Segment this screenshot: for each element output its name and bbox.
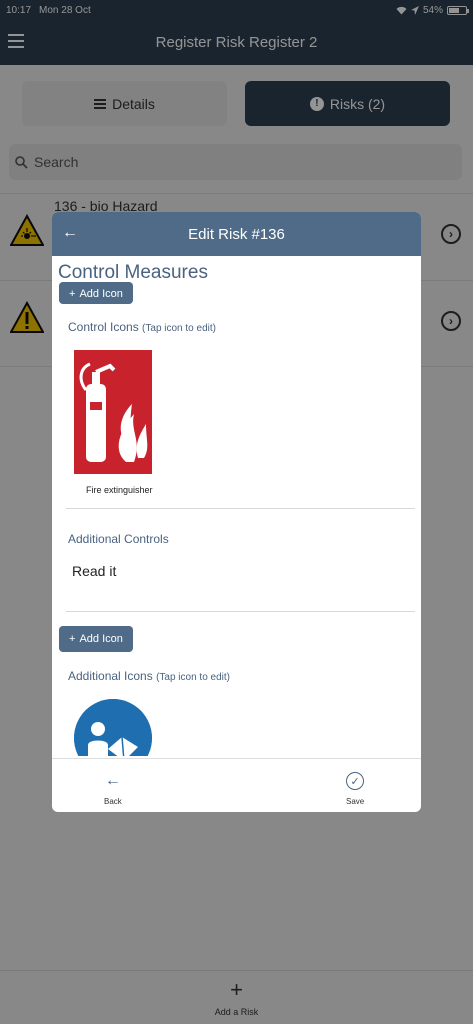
modal-title: Edit Risk #136 <box>188 225 285 243</box>
add-icon-button[interactable]: + Add Icon <box>59 626 133 652</box>
control-icons-label: Control Icons (Tap icon to edit) <box>68 320 216 334</box>
read-instructions-icon[interactable] <box>74 699 152 756</box>
additional-controls-input[interactable]: Read it <box>72 563 116 579</box>
modal-body[interactable]: + Add Icon Control Measures Control Icon… <box>52 256 421 756</box>
fire-extinguisher-icon[interactable] <box>74 350 152 474</box>
divider <box>66 611 415 612</box>
add-icon-label: Add Icon <box>79 633 123 645</box>
section-heading: Control Measures <box>58 262 208 283</box>
save-button[interactable]: ✓ Save <box>346 769 364 806</box>
edit-risk-modal: ← Edit Risk #136 + Add Icon Control Meas… <box>52 212 421 812</box>
check-circle-icon: ✓ <box>346 772 365 790</box>
back-button[interactable]: ← Back <box>104 769 122 806</box>
additional-icons-hint: (Tap icon to edit) <box>156 672 231 683</box>
modal-header: ← Edit Risk #136 <box>52 212 421 256</box>
divider <box>66 508 415 509</box>
back-button-label: Back <box>104 797 122 806</box>
plus-icon: + <box>69 633 76 645</box>
modal-footer: ← Back ✓ Save <box>52 758 421 812</box>
arrow-left-icon: ← <box>104 772 121 789</box>
back-arrow-icon[interactable]: ← <box>62 224 78 242</box>
control-icons-hint: (Tap icon to edit) <box>142 323 216 334</box>
control-icon-caption: Fire extinguisher <box>86 485 153 495</box>
additional-icons-label: Additional Icons (Tap icon to edit) <box>68 669 231 683</box>
plus-icon: + <box>69 288 76 300</box>
add-icon-label: Add Icon <box>79 288 123 300</box>
save-button-label: Save <box>346 797 365 806</box>
add-icon-button[interactable]: + Add Icon <box>59 282 133 304</box>
additional-controls-label: Additional Controls <box>68 532 169 546</box>
